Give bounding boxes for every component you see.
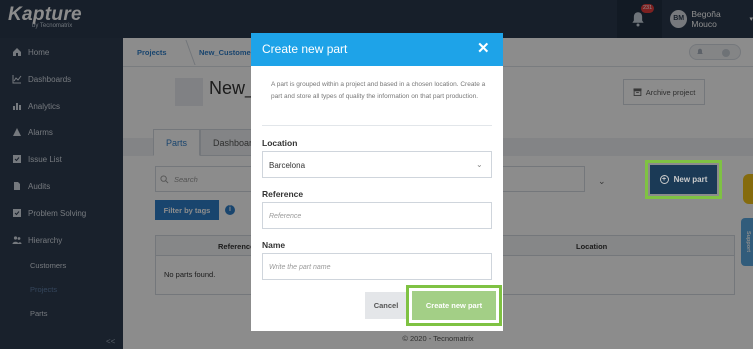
- location-select[interactable]: Barcelona ⌄: [262, 151, 492, 178]
- create-part-modal: Create new part ✕ A part is grouped with…: [251, 33, 503, 331]
- new-part-button[interactable]: + New part: [650, 165, 717, 194]
- reference-placeholder: Reference: [269, 213, 302, 220]
- modal-header: Create new part ✕: [251, 33, 503, 66]
- reference-field[interactable]: Reference: [262, 202, 492, 229]
- location-label: Location: [262, 138, 298, 148]
- chevron-down-icon: ⌄: [476, 160, 483, 169]
- name-field[interactable]: Write the part name: [262, 253, 492, 280]
- close-icon[interactable]: ✕: [477, 41, 490, 56]
- new-part-label: New part: [673, 175, 708, 184]
- plus-icon: +: [659, 175, 669, 184]
- name-label: Name: [262, 240, 286, 250]
- divider: [262, 125, 492, 126]
- cancel-button[interactable]: Cancel: [365, 292, 407, 319]
- modal-title: Create new part: [262, 42, 348, 56]
- create-new-part-button[interactable]: Create new part: [412, 291, 496, 320]
- name-placeholder: Write the part name: [269, 264, 331, 271]
- modal-description: A part is grouped within a project and b…: [271, 81, 486, 100]
- reference-label: Reference: [262, 189, 304, 199]
- location-value: Barcelona: [269, 161, 306, 170]
